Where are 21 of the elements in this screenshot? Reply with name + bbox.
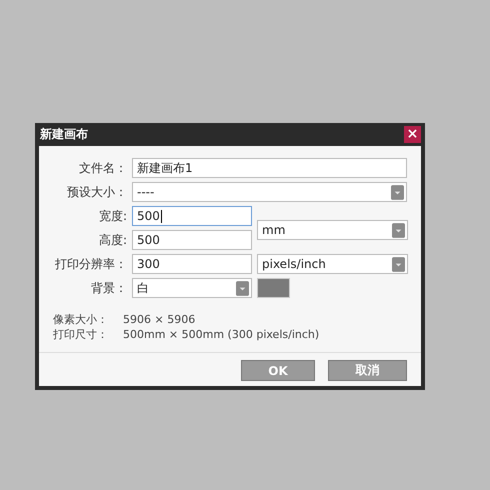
field-label: 预设大小： — [66, 184, 127, 200]
input-field[interactable]: 300 — [132, 254, 252, 274]
field-label: 高度: — [98, 232, 127, 248]
field-label: 打印分辨率： — [54, 256, 127, 272]
dropdown[interactable]: pixels/inch — [257, 254, 408, 274]
color-swatch[interactable] — [257, 278, 290, 298]
input-field[interactable]: 500 — [132, 230, 252, 250]
dropdown[interactable]: ---- — [132, 182, 407, 202]
close-button[interactable]: × — [404, 126, 421, 143]
dropdown[interactable]: mm — [257, 220, 408, 240]
field-label: 宽度: — [98, 208, 127, 224]
input-field[interactable]: 500 — [132, 206, 252, 226]
field-label: 背景： — [90, 280, 127, 296]
dropdown[interactable]: 白 — [132, 278, 252, 298]
window-title: 新建画布 — [39, 126, 88, 143]
input-field[interactable]: 新建画布1 — [132, 158, 407, 178]
info-label: 打印尺寸： — [53, 327, 109, 342]
info-label: 像素大小： — [53, 312, 109, 327]
field-label: 文件名： — [78, 160, 127, 176]
info-value: 5906 × 5906 — [123, 312, 196, 327]
info-value: 500mm × 500mm (300 pixels/inch) — [123, 327, 320, 342]
